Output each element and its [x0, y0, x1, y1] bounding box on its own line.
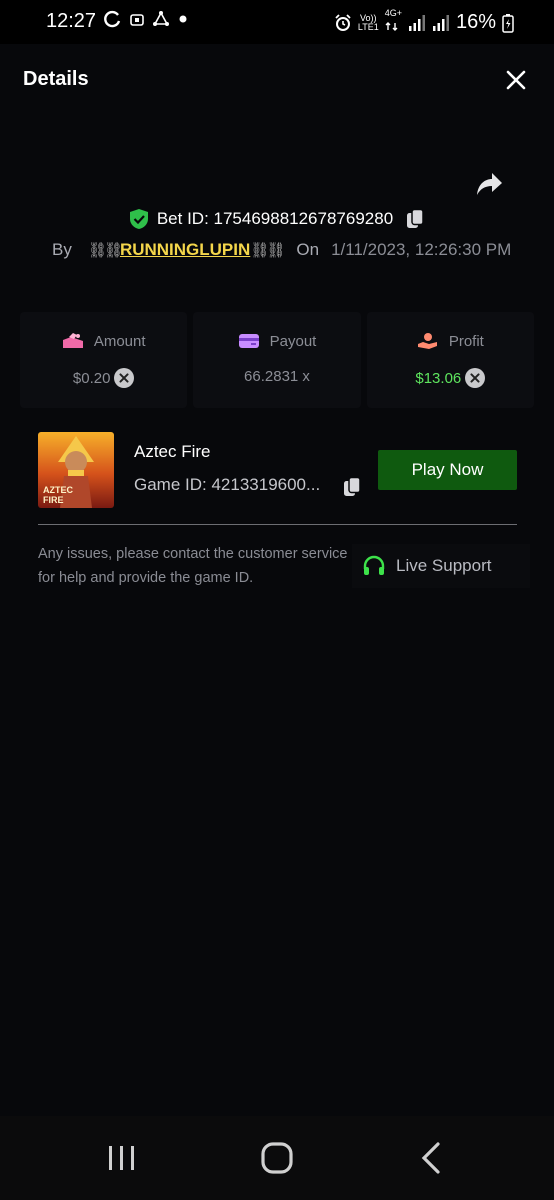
by-label: By	[52, 240, 72, 259]
recent-apps-icon[interactable]	[100, 1138, 144, 1178]
chain-icon: ⛓⛓	[250, 242, 285, 259]
copy-game-id-icon[interactable]	[342, 476, 362, 498]
back-icon[interactable]	[410, 1138, 454, 1178]
home-icon[interactable]	[255, 1138, 299, 1178]
aztec-fire-artwork: AZTEC FIRE	[38, 432, 114, 508]
username-link[interactable]: RUNNINGLUPIN	[120, 240, 250, 260]
live-support-button[interactable]: Live Support	[352, 544, 530, 588]
status-bar: 12:27 Vo)) LTE1 4G+ 16%	[0, 0, 554, 44]
copy-bet-id-icon[interactable]	[405, 208, 425, 230]
chain-icon: ⛓⛓	[87, 242, 123, 259]
currency-coin-icon	[465, 368, 486, 388]
amount-icon	[62, 333, 83, 348]
bet-stats: Amount $0.20 Payout 66.2831 x Profit $13…	[20, 312, 534, 408]
game-name: Aztec Fire	[134, 442, 211, 461]
status-time: 12:27	[46, 10, 97, 32]
signal-icon	[408, 14, 425, 31]
bet-id-row: Bet ID: 1754698812678769280	[0, 208, 554, 230]
amount-value: $0.20	[72, 369, 111, 387]
sync-icon	[104, 10, 121, 28]
battery-percent: 16%	[455, 11, 496, 33]
signal-2-icon	[432, 14, 449, 31]
close-icon[interactable]	[504, 68, 528, 92]
help-text: Any issues, please contact the customer …	[38, 546, 348, 586]
status-notification-icons	[104, 10, 188, 28]
profit-stat: Profit $13.06	[366, 312, 534, 408]
volte-indicator: Vo)) LTE1	[357, 12, 379, 32]
currency-coin-icon	[114, 368, 135, 388]
profit-hand-icon	[417, 333, 437, 349]
game-id: Game ID: 4213319600...	[134, 475, 321, 494]
payout-label: Payout	[269, 332, 317, 350]
bet-id: Bet ID: 1754698812678769280	[156, 209, 394, 228]
app-notification-icon	[130, 14, 144, 26]
amount-label: Amount	[93, 332, 146, 350]
battery-charging-icon	[502, 13, 514, 33]
amount-stat: Amount $0.20	[20, 312, 188, 408]
status-system-icons: Vo)) LTE1 4G+ 16%	[334, 9, 514, 36]
profit-label: Profit	[448, 332, 484, 350]
profit-value: $13.06	[415, 369, 462, 387]
alarm-icon	[335, 13, 351, 31]
game-card: AZTEC FIRE Aztec Fire Game ID: 421331960…	[20, 420, 534, 604]
payout-value: 66.2831 x	[244, 368, 310, 385]
share-notification-icon	[153, 11, 169, 26]
thumb-title: AZTEC	[43, 485, 73, 495]
data-arrows-icon	[385, 22, 398, 31]
on-label: On	[296, 240, 320, 259]
game-thumbnail[interactable]: AZTEC FIRE	[38, 432, 114, 508]
network-indicator: 4G+	[385, 9, 402, 36]
share-icon[interactable]	[474, 170, 504, 198]
shield-check-icon	[129, 209, 148, 229]
headset-icon	[363, 555, 385, 575]
play-now-button[interactable]: Play Now	[378, 450, 517, 490]
bet-author-row: By ⛓⛓ RUNNINGLUPIN ⛓⛓ On 1/11/2023, 12:2…	[52, 240, 511, 260]
bet-datetime: 1/11/2023, 12:26:30 PM	[331, 240, 512, 259]
system-nav-bar	[0, 1116, 554, 1200]
payout-card-icon	[238, 334, 259, 348]
svg-text:FIRE: FIRE	[43, 495, 64, 505]
divider	[38, 524, 517, 525]
payout-stat: Payout 66.2831 x	[193, 312, 361, 408]
live-support-label: Live Support	[396, 556, 492, 575]
dot-icon	[179, 15, 187, 23]
page-title: Details	[23, 68, 89, 90]
